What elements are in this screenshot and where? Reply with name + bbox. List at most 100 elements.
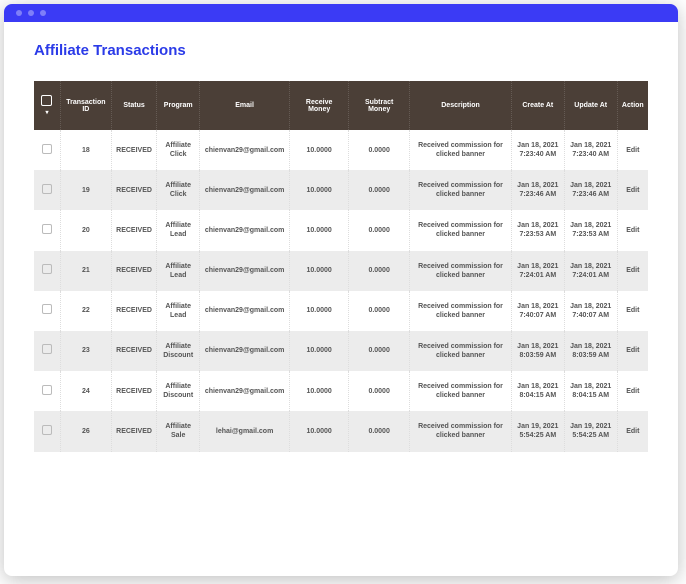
cell-update-at: Jan 18, 2021 7:24:01 AM (564, 251, 617, 291)
cell-create-at: Jan 18, 2021 7:24:01 AM (511, 251, 564, 291)
cell-create-at: Jan 18, 2021 8:04:15 AM (511, 371, 564, 411)
window-dot-icon (40, 10, 46, 16)
edit-link[interactable]: Edit (626, 187, 639, 194)
cell-email: chienvan29@gmail.com (200, 251, 290, 291)
cell-description: Received commission for clicked banner (410, 291, 512, 331)
cell-status: RECEIVED (111, 411, 157, 451)
cell-create-at: Jan 19, 2021 5:54:25 AM (511, 411, 564, 451)
edit-link[interactable]: Edit (626, 428, 639, 435)
edit-link[interactable]: Edit (626, 227, 639, 234)
edit-link[interactable]: Edit (626, 388, 639, 395)
cell-status: RECEIVED (111, 170, 157, 210)
cell-subtract-money: 0.0000 (349, 130, 410, 170)
row-checkbox-cell (34, 210, 60, 250)
cell-action: Edit (617, 371, 648, 411)
cell-create-at: Jan 18, 2021 7:23:46 AM (511, 170, 564, 210)
cell-status: RECEIVED (111, 210, 157, 250)
cell-email: lehai@gmail.com (200, 411, 290, 451)
row-checkbox-cell (34, 251, 60, 291)
header-checkbox-cell: ▾ (34, 81, 60, 130)
row-checkbox[interactable] (42, 144, 52, 154)
edit-link[interactable]: Edit (626, 307, 639, 314)
header-action[interactable]: Action (617, 81, 648, 130)
table-row: 21RECEIVEDAffiliate Leadchienvan29@gmail… (34, 251, 648, 291)
row-checkbox[interactable] (42, 184, 52, 194)
row-checkbox[interactable] (42, 304, 52, 314)
cell-action: Edit (617, 130, 648, 170)
cell-transaction-id: 18 (60, 130, 111, 170)
edit-link[interactable]: Edit (626, 147, 639, 154)
cell-action: Edit (617, 291, 648, 331)
cell-update-at: Jan 18, 2021 7:23:53 AM (564, 210, 617, 250)
cell-action: Edit (617, 411, 648, 451)
cell-transaction-id: 26 (60, 411, 111, 451)
header-transaction-id[interactable]: Transaction ID (60, 81, 111, 130)
table-row: 18RECEIVEDAffiliate Clickchienvan29@gmai… (34, 130, 648, 170)
cell-program: Affiliate Click (157, 170, 200, 210)
row-checkbox[interactable] (42, 425, 52, 435)
table-row: 26RECEIVEDAffiliate Salelehai@gmail.com1… (34, 411, 648, 451)
cell-transaction-id: 20 (60, 210, 111, 250)
row-checkbox-cell (34, 130, 60, 170)
header-email[interactable]: Email (200, 81, 290, 130)
cell-receive-money: 10.0000 (290, 130, 349, 170)
row-checkbox[interactable] (42, 264, 52, 274)
cell-program: Affiliate Click (157, 130, 200, 170)
cell-status: RECEIVED (111, 331, 157, 371)
cell-subtract-money: 0.0000 (349, 371, 410, 411)
cell-description: Received commission for clicked banner (410, 411, 512, 451)
header-subtract-money[interactable]: Subtract Money (349, 81, 410, 130)
table-body: 18RECEIVEDAffiliate Clickchienvan29@gmai… (34, 130, 648, 452)
select-all-checkbox[interactable] (41, 95, 52, 106)
cell-description: Received commission for clicked banner (410, 170, 512, 210)
header-program[interactable]: Program (157, 81, 200, 130)
cell-create-at: Jan 18, 2021 8:03:59 AM (511, 331, 564, 371)
header-receive-money[interactable]: Receive Money (290, 81, 349, 130)
cell-create-at: Jan 18, 2021 7:40:07 AM (511, 291, 564, 331)
cell-program: Affiliate Lead (157, 291, 200, 331)
app-window: Affiliate Transactions ▾ Transaction ID … (4, 4, 678, 576)
cell-action: Edit (617, 170, 648, 210)
transactions-table: ▾ Transaction ID Status Program Email Re… (34, 81, 648, 452)
cell-action: Edit (617, 251, 648, 291)
cell-status: RECEIVED (111, 251, 157, 291)
cell-description: Received commission for clicked banner (410, 251, 512, 291)
header-update-at[interactable]: Update At (564, 81, 617, 130)
cell-description: Received commission for clicked banner (410, 210, 512, 250)
cell-subtract-money: 0.0000 (349, 170, 410, 210)
cell-receive-money: 10.0000 (290, 251, 349, 291)
cell-program: Affiliate Discount (157, 331, 200, 371)
header-status[interactable]: Status (111, 81, 157, 130)
row-checkbox-cell (34, 411, 60, 451)
cell-email: chienvan29@gmail.com (200, 130, 290, 170)
cell-email: chienvan29@gmail.com (200, 210, 290, 250)
cell-create-at: Jan 18, 2021 7:23:53 AM (511, 210, 564, 250)
table-row: 23RECEIVEDAffiliate Discountchienvan29@g… (34, 331, 648, 371)
cell-transaction-id: 23 (60, 331, 111, 371)
edit-link[interactable]: Edit (626, 347, 639, 354)
cell-subtract-money: 0.0000 (349, 210, 410, 250)
cell-receive-money: 10.0000 (290, 210, 349, 250)
sort-arrow-icon[interactable]: ▾ (38, 109, 56, 116)
row-checkbox-cell (34, 331, 60, 371)
cell-status: RECEIVED (111, 130, 157, 170)
cell-update-at: Jan 18, 2021 8:03:59 AM (564, 331, 617, 371)
cell-update-at: Jan 18, 2021 7:40:07 AM (564, 291, 617, 331)
cell-email: chienvan29@gmail.com (200, 170, 290, 210)
cell-email: chienvan29@gmail.com (200, 331, 290, 371)
row-checkbox[interactable] (42, 385, 52, 395)
header-description[interactable]: Description (410, 81, 512, 130)
row-checkbox-cell (34, 170, 60, 210)
window-dot-icon (28, 10, 34, 16)
cell-transaction-id: 22 (60, 291, 111, 331)
cell-receive-money: 10.0000 (290, 411, 349, 451)
cell-transaction-id: 21 (60, 251, 111, 291)
row-checkbox-cell (34, 371, 60, 411)
window-dot-icon (16, 10, 22, 16)
row-checkbox[interactable] (42, 224, 52, 234)
header-create-at[interactable]: Create At (511, 81, 564, 130)
edit-link[interactable]: Edit (626, 267, 639, 274)
cell-email: chienvan29@gmail.com (200, 371, 290, 411)
row-checkbox[interactable] (42, 344, 52, 354)
cell-status: RECEIVED (111, 291, 157, 331)
